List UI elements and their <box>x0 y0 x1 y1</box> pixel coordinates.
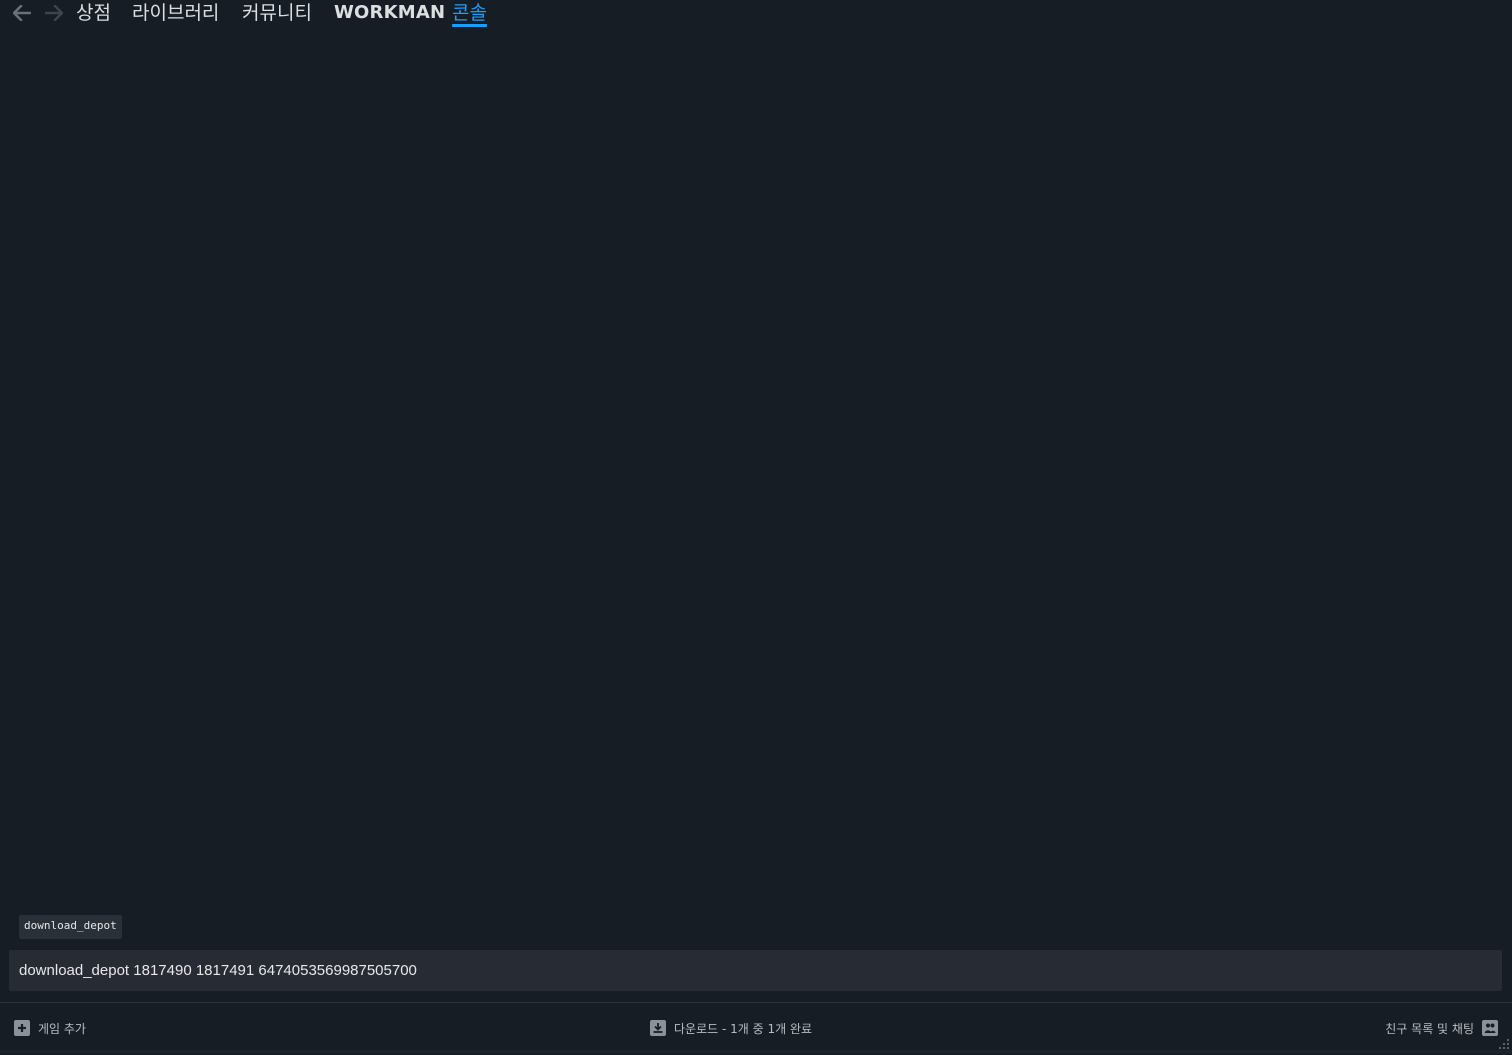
tab-console[interactable]: 콘솔 <box>452 0 487 28</box>
console-input-container <box>9 950 1502 991</box>
friends-chat-label: 친구 목록 및 채팅 <box>1385 1021 1474 1036</box>
plus-box-icon <box>14 1020 30 1036</box>
tab-user-profile[interactable]: WORKMAN <box>334 0 445 28</box>
download-icon <box>650 1020 666 1036</box>
console-output-area <box>0 30 1512 910</box>
add-game-label: 게임 추가 <box>38 1021 86 1036</box>
console-command-input[interactable] <box>9 950 1502 991</box>
resize-grip-icon[interactable] <box>1496 1037 1510 1051</box>
steam-client-window: 상점 라이브러리 커뮤니티 WORKMAN 콘솔 download_depot … <box>0 0 1512 1055</box>
tab-store[interactable]: 상점 <box>76 0 111 28</box>
back-arrow-icon[interactable] <box>11 3 33 23</box>
friends-icon <box>1482 1020 1498 1036</box>
add-game-button[interactable]: 게임 추가 <box>14 1019 86 1037</box>
tab-community[interactable]: 커뮤니티 <box>242 0 312 28</box>
autocomplete-suggestion[interactable]: download_depot <box>19 915 122 939</box>
tab-library[interactable]: 라이브러리 <box>132 0 219 28</box>
downloads-status: 다운로드 - 1개 중 1개 완료 <box>674 1021 813 1036</box>
downloads-button[interactable]: 다운로드 - 1개 중 1개 완료 <box>650 1019 812 1037</box>
arrow-left-icon <box>13 5 31 21</box>
arrow-right-icon <box>45 5 63 21</box>
top-navigation: 상점 라이브러리 커뮤니티 WORKMAN 콘솔 <box>0 0 1512 30</box>
friends-chat-button[interactable]: 친구 목록 및 채팅 <box>1385 1019 1498 1037</box>
forward-arrow-icon[interactable] <box>43 3 65 23</box>
bottom-edge <box>0 1050 1512 1053</box>
bottom-bar: 게임 추가 다운로드 - 1개 중 1개 완료 친구 목록 및 채팅 <box>0 1002 1512 1053</box>
